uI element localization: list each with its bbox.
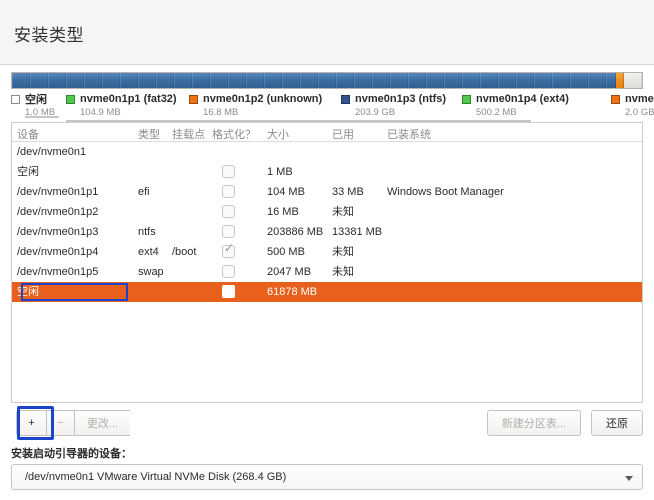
cell-device: /dev/nvme0n1p1 (17, 186, 99, 198)
legend-item-size: 2.0 GB (625, 107, 654, 118)
page-title: 安装类型 (14, 26, 84, 45)
column-header-mount[interactable]: 挂载点 (172, 126, 205, 142)
cell-type: swap (138, 266, 164, 278)
legend-item-size: 104.9 MB (80, 107, 121, 118)
bootloader-device-name: /dev/nvme0n1 (25, 471, 95, 483)
disk-bar-segment (623, 73, 642, 88)
column-header-used[interactable]: 已用 (332, 126, 354, 142)
cell-mount: /boot (172, 246, 197, 258)
bootloader-device-description: VMware Virtual NVMe Disk (268.4 GB) (97, 471, 287, 483)
legend-item: nvme0n1p4 (ext4) 500.2 MB (462, 92, 578, 118)
table-row[interactable]: /dev/nvme0n1p5 swap 2047 MB 未知 (12, 262, 642, 282)
format-checkbox[interactable] (222, 165, 235, 178)
legend-color-swatch-icon (611, 94, 620, 104)
cell-size: 61878 MB (267, 286, 318, 298)
legend-item-label: nvme0n1p3 (ntfs) (355, 93, 447, 105)
disk-usage-bar (11, 72, 643, 89)
cell-size: 500 MB (267, 246, 305, 258)
cell-system: Windows Boot Manager (387, 186, 504, 198)
legend-item-label: 空闲 (25, 94, 47, 106)
legend-item-size: 500.2 MB (476, 107, 517, 118)
legend-item: 空闲 1.0 MB (11, 92, 59, 118)
cell-type: efi (138, 186, 150, 198)
disk-bar-segment (12, 73, 616, 88)
legend-color-swatch-icon (341, 94, 350, 104)
cell-size: 203886 MB (267, 226, 324, 238)
legend-item-label: nvme0n (625, 93, 654, 105)
cell-device: /dev/nvme0n1p5 (17, 266, 99, 278)
table-row[interactable]: /dev/nvme0n1p2 16 MB 未知 (12, 202, 642, 222)
bootloader-label: 安装启动引导器的设备： (11, 448, 132, 460)
format-checkbox[interactable] (222, 285, 235, 298)
chevron-down-icon[interactable] (625, 476, 633, 481)
cell-used: 未知 (332, 246, 354, 258)
cell-used: 13381 MB (332, 226, 383, 238)
partition-table-header: 设备 类型 挂载点 格式化？ 大小 已用 已装系统 (12, 123, 642, 142)
cell-used: 未知 (332, 206, 354, 218)
cell-used: 未知 (332, 266, 354, 278)
bootloader-device-select[interactable]: /dev/nvme0n1 VMware Virtual NVMe Disk (2… (11, 464, 643, 490)
cell-used: 33 MB (332, 186, 364, 198)
legend-color-swatch-icon (11, 94, 20, 104)
cell-size: 104 MB (267, 186, 305, 198)
column-header-system[interactable]: 已装系统 (387, 126, 431, 142)
disk-bar-segment (615, 73, 624, 88)
row-focus-indicator (21, 283, 128, 301)
legend-item: nvme0n1p2 (unknown) 16.8 MB (189, 92, 337, 118)
legend-item-label: nvme0n1p1 (fat32) (80, 93, 177, 105)
revert-button[interactable]: 还原 (591, 410, 643, 436)
format-checkbox[interactable] (222, 265, 235, 278)
legend-color-swatch-icon (189, 94, 198, 104)
legend-underline (25, 116, 59, 118)
cell-size: 1 MB (267, 166, 293, 178)
format-checkbox[interactable] (222, 205, 235, 218)
cell-type: ext4 (138, 246, 159, 258)
change-partition-button[interactable]: 更改... (74, 410, 130, 436)
page-header: 安装类型 (0, 0, 654, 65)
cell-device: /dev/nvme0n1p3 (17, 226, 99, 238)
legend-item: nvme0n 2.0 GB (611, 92, 654, 118)
cell-type: ntfs (138, 226, 156, 238)
partition-table-rows[interactable]: /dev/nvme0n1 空闲 1 MB/dev/nvme0n1p1 efi 104 M… (12, 142, 642, 302)
legend-color-swatch-icon (462, 94, 471, 104)
table-row[interactable]: /dev/nvme0n1p3 ntfs 203886 MB 13381 MB (12, 222, 642, 242)
table-row[interactable]: 空闲 61878 MB (12, 282, 642, 302)
column-header-format[interactable]: 格式化？ (212, 126, 256, 142)
cell-size: 2047 MB (267, 266, 312, 278)
column-header-size[interactable]: 大小 (267, 126, 289, 142)
cell-device: /dev/nvme0n1p4 (17, 246, 99, 258)
table-row[interactable]: /dev/nvme0n1p4 ext4/boot 500 MB 未知 (12, 242, 642, 262)
legend-item: nvme0n1p1 (fat32) 104.9 MB (66, 92, 184, 118)
legend-color-swatch-icon (66, 94, 75, 104)
table-row[interactable]: /dev/nvme0n1 (12, 142, 642, 162)
table-row[interactable]: /dev/nvme0n1p1 efi 104 MB 33 MB Windows Boot… (12, 182, 642, 202)
column-header-type[interactable]: 类型 (138, 126, 160, 142)
remove-partition-button[interactable]: − (46, 410, 74, 436)
format-checkbox[interactable] (222, 242, 235, 258)
column-header-device[interactable]: 设备 (17, 126, 39, 142)
cell-device: /dev/nvme0n1 (17, 146, 87, 158)
partition-toolbar: + − 更改... 新建分区表... 还原 (11, 406, 643, 440)
cell-device: /dev/nvme0n1p2 (17, 206, 99, 218)
legend-item-size: 16.8 MB (203, 107, 239, 118)
legend-item-label: nvme0n1p2 (unknown) (203, 93, 323, 105)
legend-item-size: 203.9 GB (355, 107, 396, 118)
cell-size: 16 MB (267, 206, 299, 218)
legend-item-label: nvme0n1p4 (ext4) (476, 93, 569, 105)
format-checkbox[interactable] (222, 185, 235, 198)
new-partition-table-button[interactable]: 新建分区表... (487, 410, 581, 436)
installation-type-panel: 空闲 1.0 MB nvme0n1p1 (fat32) 104.9 MB nvme0n1… (0, 66, 654, 500)
table-row[interactable]: 空闲 1 MB (12, 162, 642, 182)
cell-device: 空闲 (17, 166, 39, 178)
legend-item: nvme0n1p3 (ntfs) 203.9 GB (341, 92, 457, 118)
partition-table[interactable]: 设备 类型 挂载点 格式化？ 大小 已用 已装系统 /dev/nvme0n1 空闲 1 MB/d… (11, 122, 643, 403)
format-checkbox[interactable] (222, 225, 235, 238)
add-partition-button[interactable]: + (16, 410, 46, 436)
partition-edit-button-group: + − 更改... (16, 406, 130, 440)
partition-legend: 空闲 1.0 MB nvme0n1p1 (fat32) 104.9 MB nvme0n1… (11, 92, 654, 122)
